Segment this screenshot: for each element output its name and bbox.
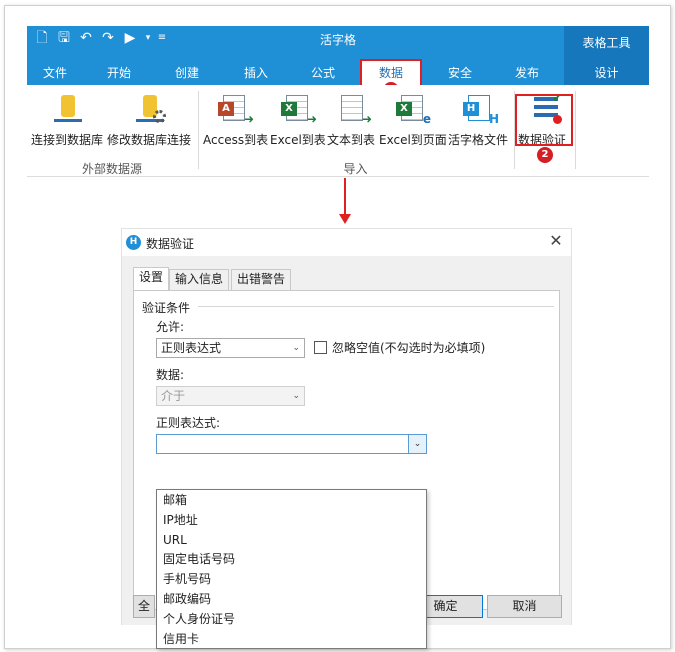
chevron-down-icon: ⌄ <box>292 343 300 353</box>
text-file-icon: ➜ <box>337 93 372 125</box>
option-email[interactable]: 邮箱 <box>157 491 426 511</box>
database-icon <box>52 93 84 125</box>
hzg-file-button[interactable]: H H 活字格文件 <box>448 93 512 147</box>
excel-to-page-button[interactable]: X e Excel到页面 <box>379 93 447 147</box>
chevron-down-icon[interactable]: ⌄ <box>408 435 426 453</box>
option-ip-address[interactable]: IP地址 <box>157 511 426 531</box>
validation-criteria-title: 验证条件 <box>142 301 191 315</box>
allow-select[interactable]: 正则表达式 ⌄ <box>156 338 305 358</box>
group-separator <box>198 91 199 169</box>
tab-insert[interactable]: 插入 <box>236 62 276 85</box>
dialog-body: 设置 输入信息 出错警告 验证条件 允许: 正则表达式 ⌄ 忽略空值(不勾选时为… <box>122 256 571 649</box>
access-to-table-button[interactable]: A ➜ Access到表 <box>203 93 268 147</box>
access-to-table-label: Access到表 <box>203 133 269 147</box>
connect-database-button[interactable]: 连接到数据库 <box>31 93 105 147</box>
option-postal-code[interactable]: 邮政编码 <box>157 590 426 610</box>
highlight-data-validation <box>515 94 573 146</box>
cancel-button[interactable]: 取消 <box>487 595 562 618</box>
excel-page-icon: X e <box>396 93 431 125</box>
regex-label: 正则表达式: <box>156 416 221 430</box>
tab-formula[interactable]: 公式 <box>303 62 343 85</box>
option-id-card[interactable]: 个人身份证号 <box>157 610 426 630</box>
option-credit-card[interactable]: 信用卡 <box>157 630 426 650</box>
modify-database-button[interactable]: 修改数据库连接 <box>107 93 193 147</box>
option-landline[interactable]: 固定电话号码 <box>157 550 426 570</box>
option-url[interactable]: URL <box>157 531 426 551</box>
app-logo-icon: H <box>126 235 141 250</box>
tab-error-alert[interactable]: 出错警告 <box>231 269 292 290</box>
context-title: 表格工具 <box>582 36 631 50</box>
excel-to-table-button[interactable]: X ➜ Excel到表 <box>270 93 326 147</box>
ignore-blank-checkbox[interactable] <box>314 341 327 354</box>
close-icon[interactable]: ✕ <box>547 232 565 250</box>
option-mobile[interactable]: 手机号码 <box>157 570 426 590</box>
hzg-file-label: 活字格文件 <box>448 133 509 147</box>
all-clear-button[interactable]: 全 <box>133 595 155 618</box>
group-label-import: 导入 <box>343 162 368 176</box>
database-settings-icon <box>134 93 166 125</box>
excel-to-page-label: Excel到页面 <box>379 133 447 147</box>
ribbon-header: 🗋 🖫 ↶ ↷ ▶ ▾ ≡ 活字格 表格工具 文件 开始 创建 插入 公式 数据… <box>27 26 649 85</box>
ignore-blank-label: 忽略空值(不勾选时为必填项) <box>332 341 486 355</box>
app-title: 活字格 <box>319 33 356 47</box>
tab-settings[interactable]: 设置 <box>133 267 170 291</box>
allow-select-value: 正则表达式 <box>161 341 222 355</box>
tab-file[interactable]: 文件 <box>35 62 75 85</box>
access-icon: A ➜ <box>218 93 254 125</box>
dialog-titlebar: H 数据验证 ✕ <box>122 229 571 256</box>
section-divider <box>198 306 554 307</box>
data-validation-dialog: H 数据验证 ✕ 设置 输入信息 出错警告 验证条件 允许: 正则表达式 ⌄ 忽… <box>121 228 572 649</box>
chevron-down-icon: ⌄ <box>292 391 300 401</box>
modify-database-label: 修改数据库连接 <box>107 133 192 147</box>
regex-options-list: 邮箱 IP地址 URL 固定电话号码 手机号码 邮政编码 个人身份证号 信用卡 <box>156 489 427 649</box>
group-separator <box>575 91 576 169</box>
excel-icon: X ➜ <box>281 93 317 125</box>
data-select: 介于 ⌄ <box>156 386 305 406</box>
text-to-table-label: 文本到表 <box>327 133 376 147</box>
ribbon-tabs: 文件 开始 创建 插入 公式 数据 安全 发布 设计 <box>27 59 649 85</box>
connect-database-label: 连接到数据库 <box>31 133 104 147</box>
allow-label: 允许: <box>156 320 185 334</box>
dialog-title: 数据验证 <box>146 237 195 251</box>
tab-input-message[interactable]: 输入信息 <box>169 269 230 290</box>
text-to-table-button[interactable]: ➜ 文本到表 <box>327 93 379 147</box>
tab-design[interactable]: 设计 <box>584 62 629 85</box>
hzg-file-icon: H H <box>463 93 499 125</box>
data-select-value: 介于 <box>161 389 186 403</box>
regex-combobox[interactable]: ⌄ <box>156 434 427 454</box>
down-arrow <box>339 178 351 224</box>
group-label-external: 外部数据源 <box>81 162 142 176</box>
tab-publish[interactable]: 发布 <box>507 62 547 85</box>
tab-security[interactable]: 安全 <box>440 62 480 85</box>
tab-home[interactable]: 开始 <box>99 62 139 85</box>
excel-to-table-label: Excel到表 <box>270 133 326 147</box>
tab-create[interactable]: 创建 <box>167 62 207 85</box>
data-label: 数据: <box>156 368 185 382</box>
step-badge-2: 2 <box>537 147 553 163</box>
